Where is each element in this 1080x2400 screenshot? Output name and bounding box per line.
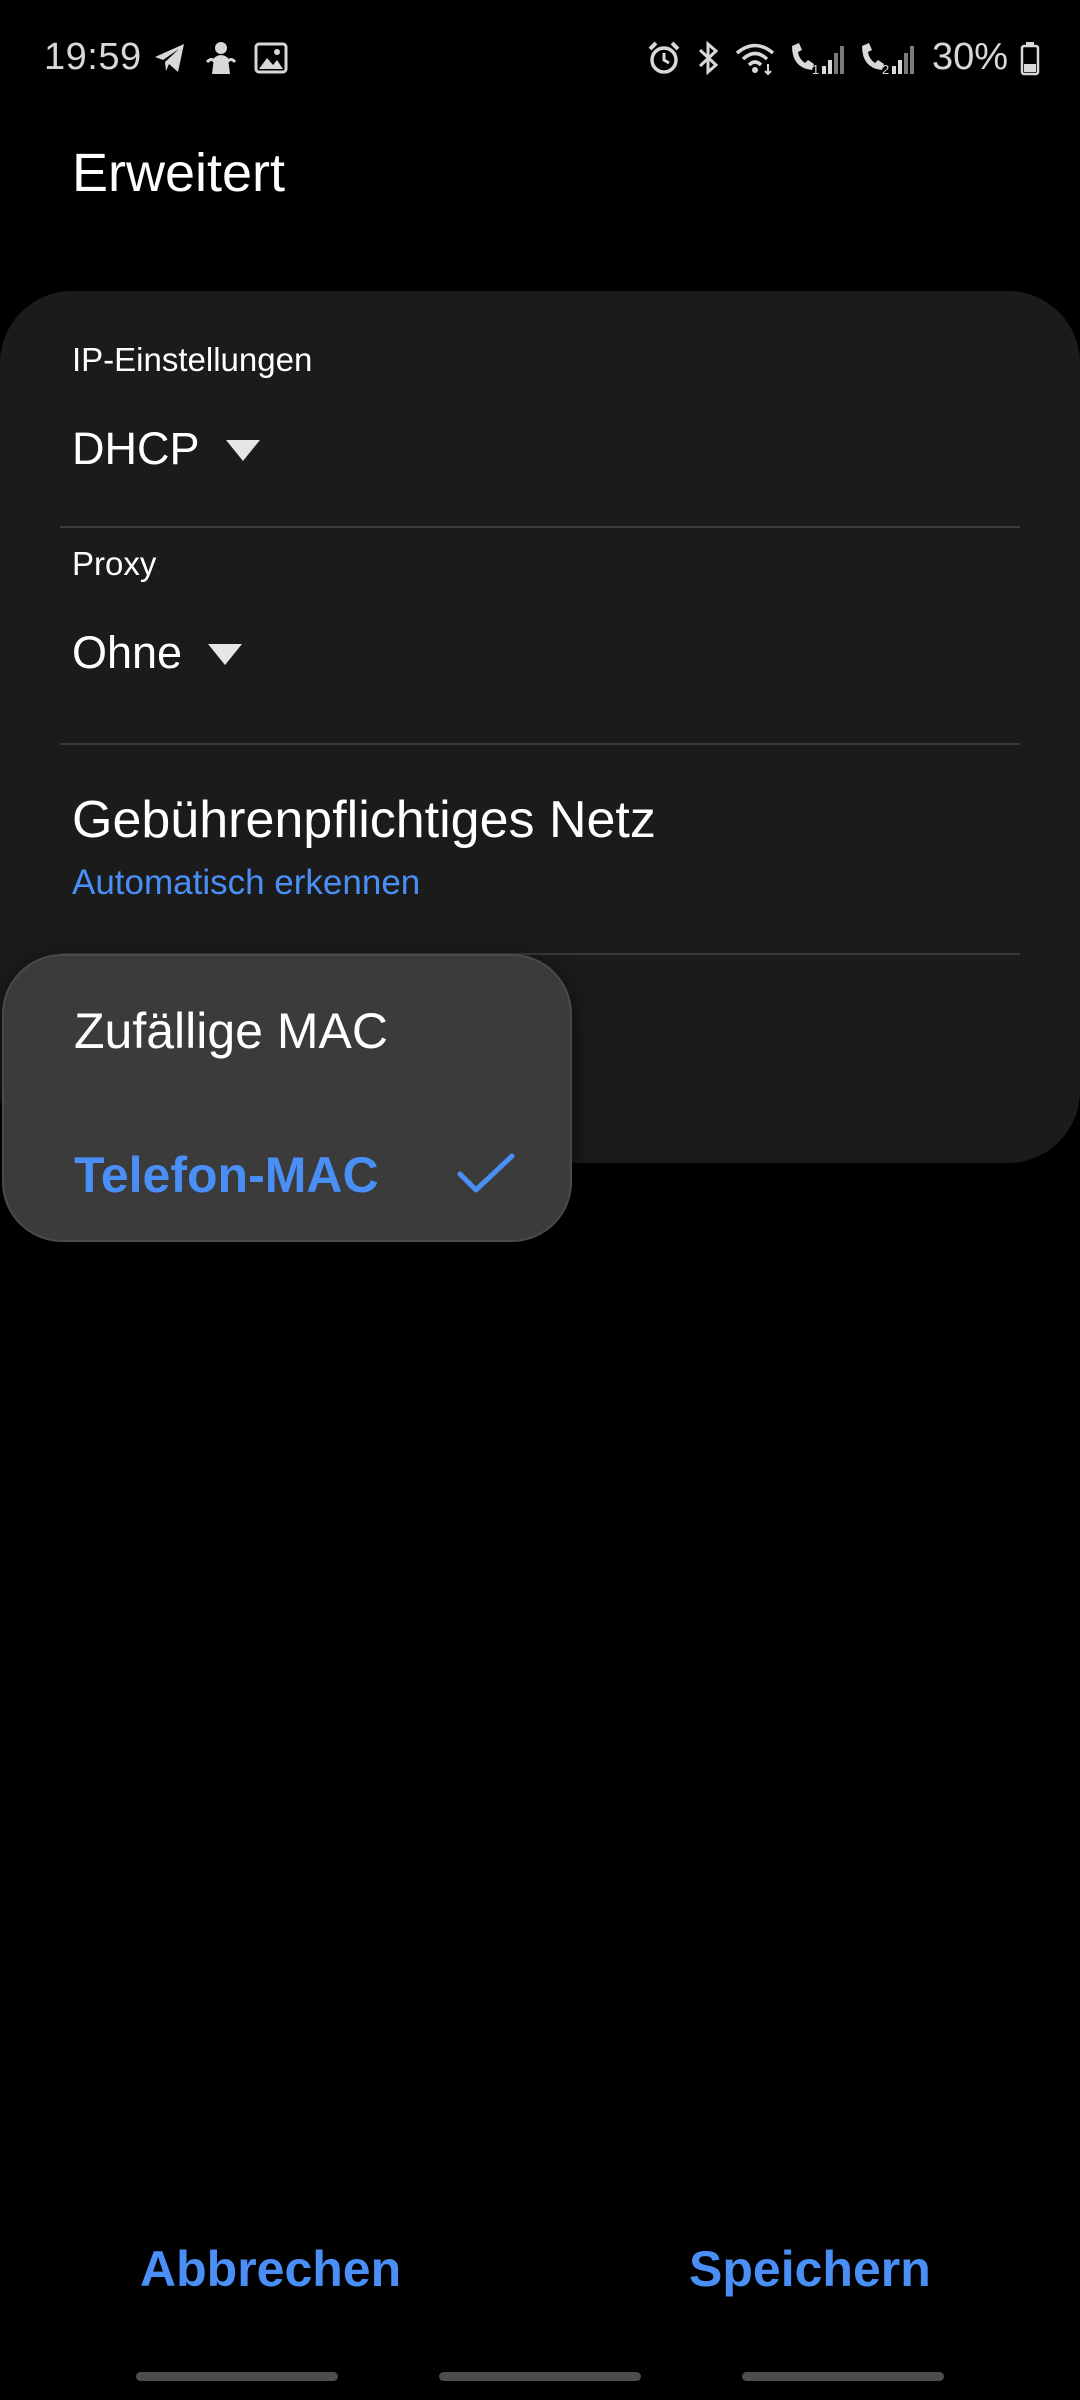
sim2-call-signal-icon: 2 xyxy=(858,40,916,76)
bluetooth-icon xyxy=(694,40,722,76)
checkmark-icon xyxy=(456,1152,516,1201)
metered-network-value: Automatisch erkennen xyxy=(72,863,421,902)
gallery-icon xyxy=(254,41,288,75)
nav-recent-apps[interactable] xyxy=(136,2372,338,2381)
metered-network-title: Gebührenpflichtiges Netz xyxy=(72,791,656,849)
nav-back[interactable] xyxy=(742,2372,944,2381)
popup-option-random-mac[interactable]: Zufällige MAC xyxy=(74,1002,388,1060)
svg-text:1: 1 xyxy=(812,62,819,76)
svg-text:2: 2 xyxy=(882,62,889,76)
ip-settings-label: IP-Einstellungen xyxy=(72,341,313,378)
status-left-icons xyxy=(152,40,288,76)
status-bar: 19:59 1 2 30% xyxy=(0,0,1080,124)
mac-address-type-popup: Zufällige MAC Telefon-MAC xyxy=(2,954,572,1242)
ip-settings-dropdown[interactable]: DHCP xyxy=(72,423,260,475)
proxy-dropdown[interactable]: Ohne xyxy=(72,627,243,679)
popup-option-phone-mac[interactable]: Telefon-MAC xyxy=(74,1146,379,1204)
status-time: 19:59 xyxy=(44,36,142,78)
proxy-value: Ohne xyxy=(72,627,183,678)
divider xyxy=(60,743,1020,745)
ip-settings-value: DHCP xyxy=(72,423,200,474)
battery-icon xyxy=(1020,40,1040,76)
sim1-call-signal-icon: 1 xyxy=(788,40,846,76)
page-title: Erweitert xyxy=(72,143,286,203)
proxy-label: Proxy xyxy=(72,545,157,582)
nav-home[interactable] xyxy=(439,2372,641,2381)
dropdown-arrow-icon xyxy=(208,643,243,665)
dropdown-arrow-icon xyxy=(225,439,260,461)
battery-percentage: 30% xyxy=(931,36,1008,78)
cancel-button[interactable]: Abbrechen xyxy=(140,2240,401,2298)
status-right-icons: 1 2 30% xyxy=(646,36,1040,79)
telegram-icon xyxy=(152,40,188,76)
alarm-icon xyxy=(646,40,682,76)
wifi-icon xyxy=(734,40,776,76)
divider xyxy=(60,526,1020,528)
save-button[interactable]: Speichern xyxy=(689,2240,931,2298)
notification-person-icon xyxy=(204,40,238,76)
